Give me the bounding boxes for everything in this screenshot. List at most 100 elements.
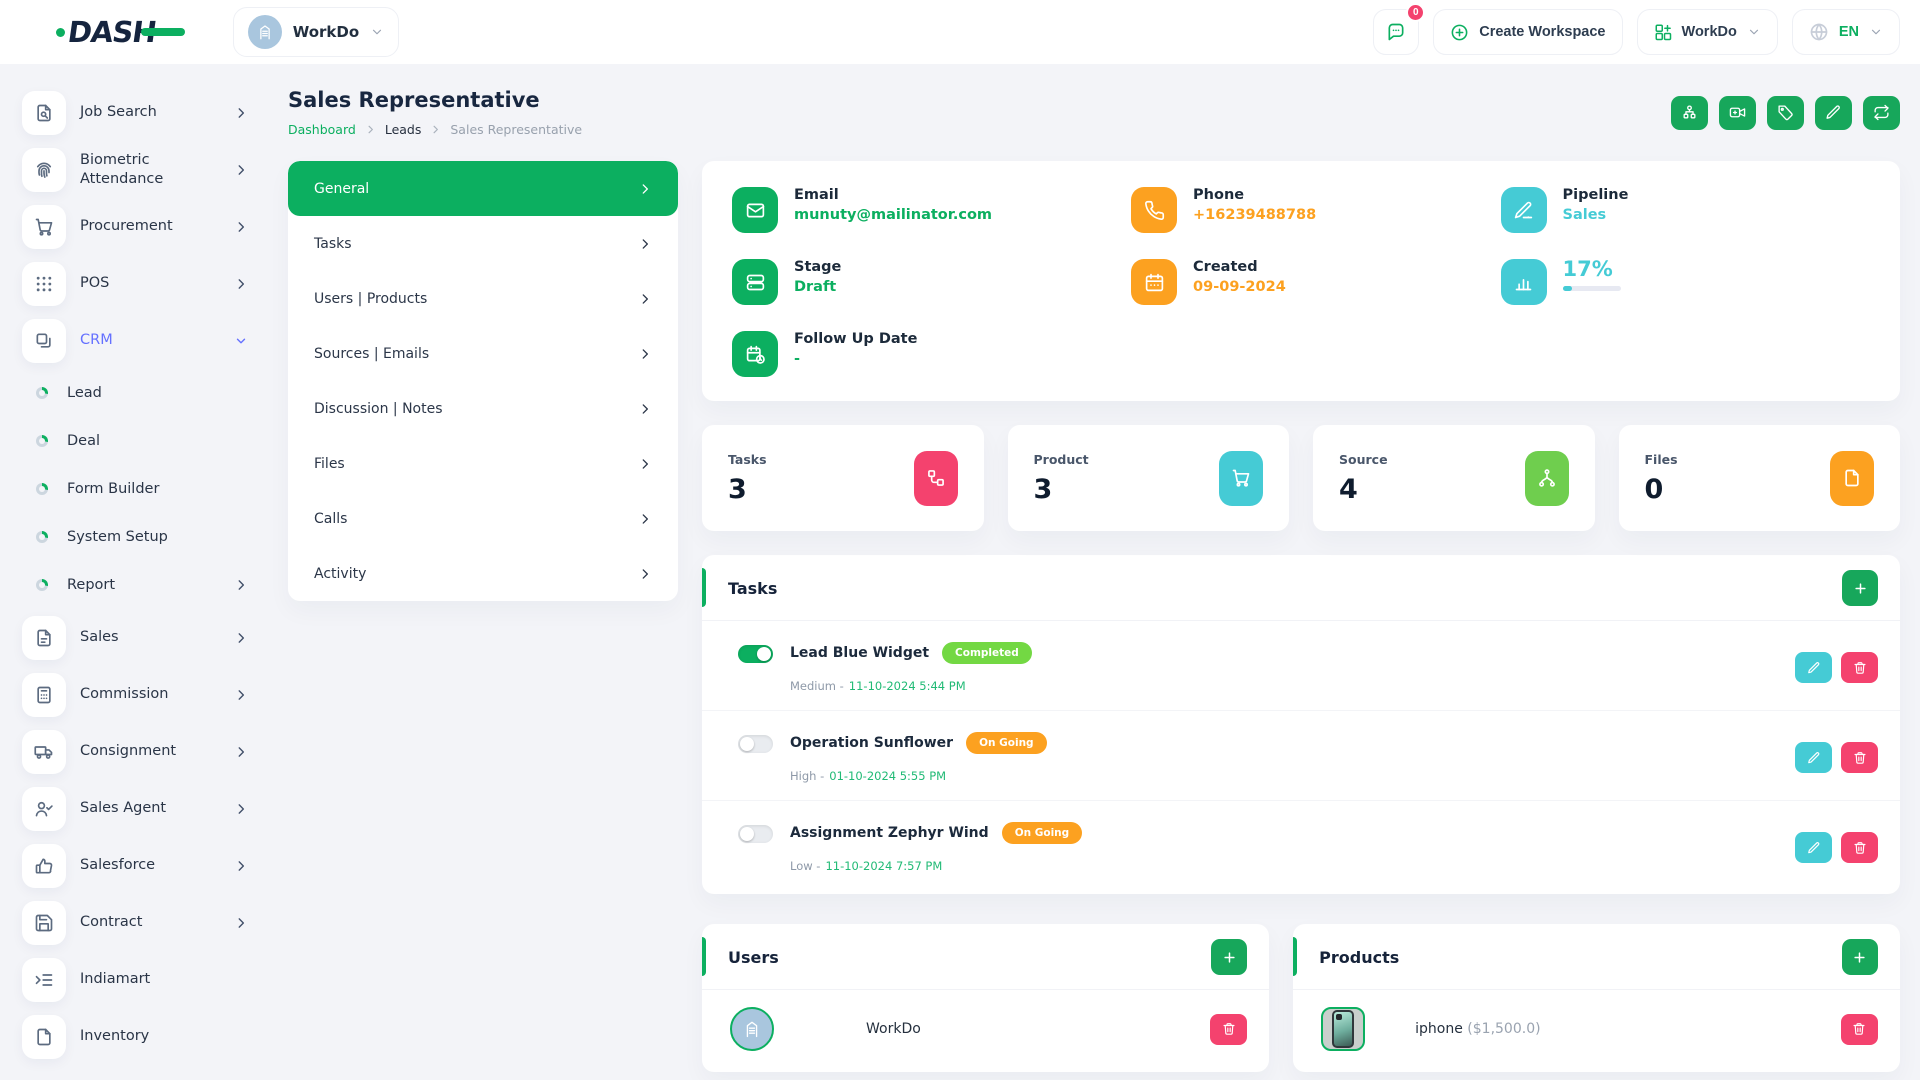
- task-complete-toggle[interactable]: [738, 735, 773, 753]
- sidebar-item-pos[interactable]: POS: [22, 255, 248, 312]
- breadcrumb-current: Sales Representative: [450, 122, 582, 137]
- task-status-badge: Completed: [942, 642, 1032, 664]
- create-workspace-button[interactable]: Create Workspace: [1433, 9, 1622, 55]
- dash-logo[interactable]: DASH: [56, 15, 185, 49]
- sidebar-item-label: Indiamart: [80, 970, 248, 989]
- sidebar-item-job-search[interactable]: Job Search: [22, 84, 248, 141]
- tab-users-products[interactable]: Users | Products: [288, 271, 678, 326]
- task-priority: Medium -: [790, 679, 844, 693]
- stat-card-tasks: Tasks 3: [702, 425, 984, 531]
- chat-icon: [1386, 22, 1406, 42]
- sidebar-item-salesforce[interactable]: Salesforce: [22, 837, 248, 894]
- add-task-button[interactable]: [1842, 570, 1878, 606]
- breadcrumb-dashboard[interactable]: Dashboard: [288, 122, 356, 137]
- convert-to-deal-button[interactable]: [1671, 96, 1708, 130]
- sidebar-item-system-setup[interactable]: System Setup: [22, 513, 248, 561]
- language-dropdown[interactable]: EN: [1792, 9, 1900, 55]
- sidebar-item-label: Procurement: [80, 217, 234, 236]
- pencil-icon: [1807, 841, 1821, 855]
- edit-lead-button[interactable]: [1815, 96, 1852, 130]
- fork-nodes-icon: [1525, 451, 1569, 506]
- sidebar-item-lead[interactable]: Lead: [22, 369, 248, 417]
- job-search-icon: [22, 91, 66, 135]
- top-header: DASH WorkDo 0 Create Workspace WorkDo EN: [0, 0, 1920, 64]
- pen-icon: [1501, 187, 1547, 233]
- sidebar-item-label: Sales Agent: [80, 799, 234, 818]
- task-status-badge: On Going: [1002, 822, 1082, 844]
- chevron-right-icon: [638, 182, 652, 196]
- tab-discussion-notes[interactable]: Discussion | Notes: [288, 381, 678, 436]
- tab-general[interactable]: General: [288, 161, 678, 216]
- user-check-icon: [22, 787, 66, 831]
- detail-tab-menu: General Tasks Users | Products Sources |…: [288, 161, 678, 601]
- stat-label: Files: [1645, 452, 1678, 467]
- sidebar-item-sales-agent[interactable]: Sales Agent: [22, 780, 248, 837]
- app-menu-dropdown[interactable]: WorkDo: [1637, 9, 1778, 55]
- sidebar-item-indiamart[interactable]: Indiamart: [22, 951, 248, 1008]
- tab-files[interactable]: Files: [288, 436, 678, 491]
- trash-icon: [1853, 751, 1867, 765]
- add-product-button[interactable]: [1842, 939, 1878, 975]
- phone-icon: [1131, 187, 1177, 233]
- file-icon: [1830, 451, 1874, 506]
- breadcrumb-leads[interactable]: Leads: [385, 122, 422, 137]
- workspace-switcher[interactable]: WorkDo: [233, 7, 399, 57]
- refresh-button[interactable]: [1863, 96, 1900, 130]
- bullet-donut-icon: [36, 531, 48, 543]
- meeting-button[interactable]: [1719, 96, 1756, 130]
- created-label: Created: [1193, 259, 1286, 275]
- trash-icon: [1222, 1022, 1236, 1036]
- progress-detail: 17%: [1501, 259, 1870, 305]
- pencil-icon: [1807, 661, 1821, 675]
- sidebar-item-procurement[interactable]: Procurement: [22, 198, 248, 255]
- messenger-button[interactable]: 0: [1373, 9, 1419, 55]
- tasks-section-title: Tasks: [728, 579, 777, 598]
- labels-button[interactable]: [1767, 96, 1804, 130]
- sidebar-item-report[interactable]: Report: [22, 561, 248, 609]
- sidebar-item-deal[interactable]: Deal: [22, 417, 248, 465]
- sidebar-item-crm[interactable]: CRM: [22, 312, 248, 369]
- delete-task-button[interactable]: [1841, 832, 1878, 863]
- chevron-right-icon: [638, 402, 652, 416]
- tasks-section: Tasks Lead Blue Widget Completed Medium …: [702, 555, 1900, 894]
- tab-sources-emails[interactable]: Sources | Emails: [288, 326, 678, 381]
- sidebar-item-form-builder[interactable]: Form Builder: [22, 465, 248, 513]
- stage-label: Stage: [794, 259, 841, 275]
- thumbs-up-icon: [22, 844, 66, 888]
- sidebar-item-label: POS: [80, 274, 234, 293]
- edit-task-button[interactable]: [1795, 742, 1832, 773]
- delete-user-button[interactable]: [1210, 1014, 1247, 1045]
- delete-task-button[interactable]: [1841, 652, 1878, 683]
- iphone-thumbnail: [1332, 1010, 1354, 1048]
- sidebar-item-consignment[interactable]: Consignment: [22, 723, 248, 780]
- sidebar-item-inventory[interactable]: Inventory: [22, 1008, 248, 1065]
- sidebar-item-label: Consignment: [80, 742, 234, 761]
- task-complete-toggle[interactable]: [738, 825, 773, 843]
- sidebar-item-label: Sales: [80, 628, 234, 647]
- task-name: Operation Sunflower: [790, 735, 953, 751]
- calendar-clock-icon: [732, 331, 778, 377]
- task-complete-toggle[interactable]: [738, 645, 773, 663]
- sidebar-item-contract[interactable]: Contract: [22, 894, 248, 951]
- chevron-right-icon: [638, 292, 652, 306]
- task-name: Lead Blue Widget: [790, 645, 929, 661]
- plus-icon: [1222, 950, 1237, 965]
- sidebar-item-biometric-attendance[interactable]: Biometric Attendance: [22, 141, 248, 198]
- delete-task-button[interactable]: [1841, 742, 1878, 773]
- bullet-donut-icon: [36, 579, 48, 591]
- edit-task-button[interactable]: [1795, 832, 1832, 863]
- add-user-button[interactable]: [1211, 939, 1247, 975]
- sidebar-item-sales[interactable]: Sales: [22, 609, 248, 666]
- sidebar-item-commission[interactable]: Commission: [22, 666, 248, 723]
- tab-calls[interactable]: Calls: [288, 491, 678, 546]
- stat-value: 4: [1339, 474, 1388, 505]
- trash-icon: [1853, 661, 1867, 675]
- tab-tasks[interactable]: Tasks: [288, 216, 678, 271]
- save-icon: [22, 901, 66, 945]
- task-name: Assignment Zephyr Wind: [790, 825, 989, 841]
- delete-product-button[interactable]: [1841, 1014, 1878, 1045]
- edit-task-button[interactable]: [1795, 652, 1832, 683]
- chevron-right-icon: [234, 802, 248, 816]
- tab-activity[interactable]: Activity: [288, 546, 678, 601]
- plus-icon: [1853, 581, 1868, 596]
